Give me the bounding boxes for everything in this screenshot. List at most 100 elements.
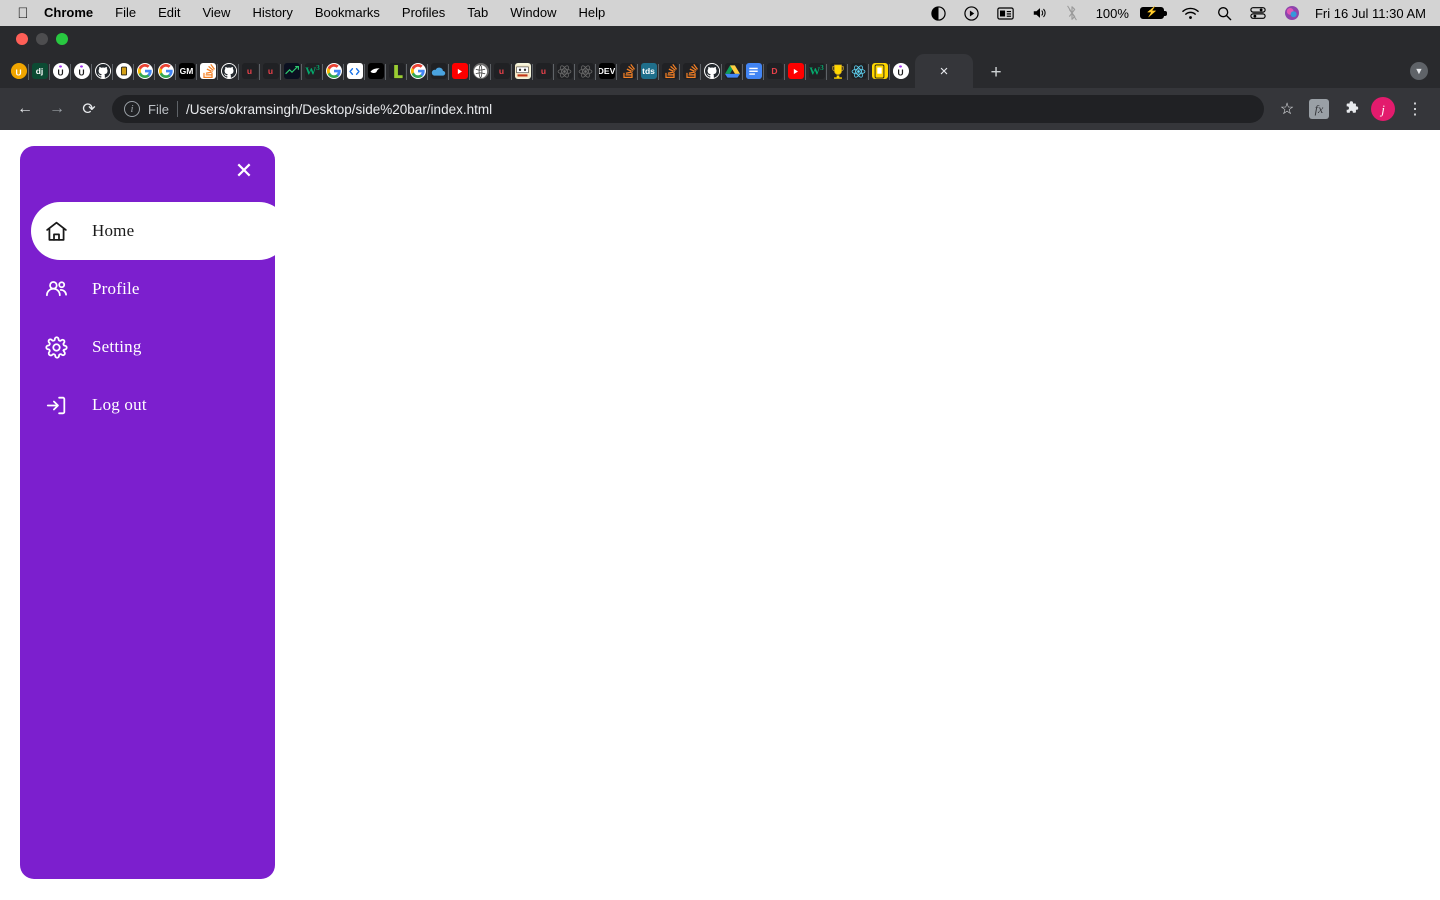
control-center-icon[interactable] bbox=[1241, 0, 1275, 26]
menu-item-profiles[interactable]: Profiles bbox=[391, 0, 456, 26]
pinned-tab-google-4[interactable] bbox=[406, 56, 428, 86]
address-bar[interactable]: i File /Users/okramsingh/Desktop/side%20… bbox=[112, 95, 1264, 123]
menu-item-bookmarks[interactable]: Bookmarks bbox=[304, 0, 391, 26]
github-3-favicon-icon bbox=[703, 63, 720, 79]
pinned-tab-google[interactable] bbox=[133, 56, 155, 86]
django-favicon-icon: dj bbox=[31, 63, 48, 79]
pinned-tab-unacademy-3[interactable]: U bbox=[889, 56, 911, 86]
pinned-tab-react-atom-2[interactable] bbox=[574, 56, 596, 86]
zoom-window-button[interactable] bbox=[56, 33, 68, 45]
pinned-tab-github-3[interactable] bbox=[700, 56, 722, 86]
menu-item-tab[interactable]: Tab bbox=[456, 0, 499, 26]
pinned-tab-techie-dark[interactable] bbox=[280, 56, 302, 86]
pinned-tabs-container: Udj U U GM u u W3 u u DEV tds D W3 U bbox=[8, 54, 911, 88]
pinned-tab-react-atom-3[interactable] bbox=[847, 56, 869, 86]
reload-button[interactable]: ⟳ bbox=[74, 94, 104, 124]
pinned-tab-udacity-u-2[interactable]: u bbox=[259, 56, 281, 86]
chrome-menu-button[interactable]: ⋮ bbox=[1400, 94, 1430, 124]
pinned-tab-unacademy-2[interactable]: U bbox=[70, 56, 92, 86]
keyboard-viewer-icon[interactable] bbox=[988, 0, 1023, 26]
menu-item-chrome[interactable]: Chrome bbox=[36, 0, 104, 26]
pinned-tab-django[interactable]: dj bbox=[28, 56, 50, 86]
pinned-tab-stackoverflow[interactable] bbox=[196, 56, 218, 86]
minimize-window-button[interactable] bbox=[36, 33, 48, 45]
sidebar-item-home[interactable]: Home bbox=[31, 202, 288, 260]
active-tab[interactable]: × bbox=[915, 54, 973, 88]
bluetooth-off-icon[interactable] bbox=[1057, 0, 1087, 26]
pinned-tab-react-atom[interactable] bbox=[553, 56, 575, 86]
pinned-tab-youtube-2[interactable] bbox=[784, 56, 806, 86]
pinned-tab-pixel-art[interactable] bbox=[511, 56, 533, 86]
pinned-tab-google-drive[interactable] bbox=[721, 56, 743, 86]
pinned-tab-google-2[interactable] bbox=[154, 56, 176, 86]
pinned-tab-stackoverflow-4[interactable] bbox=[679, 56, 701, 86]
sidebar-nav: ✕ Home Profile Setting Log out bbox=[20, 146, 288, 879]
pinned-tab-udacity-u[interactable]: u bbox=[238, 56, 260, 86]
clock-datetime[interactable]: Fri 16 Jul 11:30 AM bbox=[1309, 6, 1432, 21]
menu-item-history[interactable]: History bbox=[241, 0, 303, 26]
sidebar-item-setting[interactable]: Setting bbox=[20, 318, 275, 376]
pinned-tab-udemy[interactable]: U bbox=[8, 56, 29, 86]
pinned-tab-w3schools[interactable]: W3 bbox=[301, 56, 323, 86]
screen-record-icon[interactable] bbox=[955, 0, 988, 26]
close-window-button[interactable] bbox=[16, 33, 28, 45]
battery-icon[interactable]: ⚡ bbox=[1131, 0, 1173, 26]
pinned-tab-stackoverflow-2[interactable] bbox=[616, 56, 638, 86]
contrast-icon[interactable] bbox=[922, 0, 955, 26]
sidebar-item-label: Log out bbox=[92, 395, 147, 414]
pinned-tab-stackoverflow-3[interactable] bbox=[658, 56, 680, 86]
pinned-tab-beer-app[interactable] bbox=[112, 56, 134, 86]
google-4-favicon-icon bbox=[409, 63, 426, 79]
pinned-tab-unacademy[interactable]: U bbox=[49, 56, 71, 86]
react-atom-2-favicon-icon bbox=[577, 63, 594, 79]
pinned-tab-towards-data-science[interactable]: tds bbox=[637, 56, 659, 86]
users-icon bbox=[42, 275, 70, 303]
site-info-icon[interactable]: i bbox=[124, 101, 140, 117]
profile-avatar[interactable]: j bbox=[1368, 94, 1398, 124]
pinned-tab-yellow-cup[interactable] bbox=[868, 56, 890, 86]
stackoverflow-3-favicon-icon bbox=[661, 63, 678, 79]
bookmark-star-icon[interactable]: ☆ bbox=[1272, 94, 1302, 124]
back-button[interactable]: ← bbox=[10, 94, 40, 124]
pinned-tab-codepen-blue[interactable] bbox=[343, 56, 365, 86]
volume-icon[interactable] bbox=[1023, 0, 1057, 26]
siri-icon[interactable] bbox=[1275, 0, 1309, 26]
close-tab-icon[interactable]: × bbox=[940, 64, 949, 79]
close-icon[interactable]: ✕ bbox=[229, 156, 259, 186]
pinned-tab-leetcode-green[interactable] bbox=[385, 56, 407, 86]
sidebar-item-logout[interactable]: Log out bbox=[20, 376, 275, 434]
pinned-tab-w3schools-2[interactable]: W3 bbox=[805, 56, 827, 86]
pinned-tab-youtube[interactable] bbox=[448, 56, 470, 86]
sidebar-item-profile[interactable]: Profile bbox=[20, 260, 275, 318]
pinned-tab-udacity-u-3[interactable]: u bbox=[490, 56, 512, 86]
pinned-tab-gm-black[interactable]: GM bbox=[175, 56, 197, 86]
apple-logo-icon[interactable]:  bbox=[10, 6, 36, 21]
pinned-tab-udacity-u-4[interactable]: u bbox=[532, 56, 554, 86]
chevron-down-icon[interactable]: ▼ bbox=[1410, 62, 1428, 80]
pinned-tab-globe-gray[interactable] bbox=[469, 56, 491, 86]
menu-item-help[interactable]: Help bbox=[568, 0, 617, 26]
browser-toolbar: ← → ⟳ i File /Users/okramsingh/Desktop/s… bbox=[0, 88, 1440, 130]
wifi-icon[interactable] bbox=[1173, 0, 1208, 26]
menu-item-view[interactable]: View bbox=[191, 0, 241, 26]
pinned-tab-github[interactable] bbox=[91, 56, 113, 86]
pinned-tab-google-docs[interactable] bbox=[742, 56, 764, 86]
new-tab-button[interactable]: + bbox=[979, 58, 1013, 88]
pinned-tab-dev-to[interactable]: DEV bbox=[595, 56, 617, 86]
menu-item-file[interactable]: File bbox=[104, 0, 147, 26]
url-text[interactable]: /Users/okramsingh/Desktop/side%20bar/ind… bbox=[186, 102, 492, 117]
pinned-tab-trophy-cup[interactable] bbox=[826, 56, 848, 86]
menu-item-edit[interactable]: Edit bbox=[147, 0, 191, 26]
pinned-tab-dribbble-red[interactable]: D bbox=[763, 56, 785, 86]
pinned-tab-cloud-blue[interactable] bbox=[427, 56, 449, 86]
pinned-tab-black-bird[interactable] bbox=[364, 56, 386, 86]
menu-item-window[interactable]: Window bbox=[499, 0, 567, 26]
pinned-tab-google-3[interactable] bbox=[322, 56, 344, 86]
traffic-lights bbox=[16, 33, 68, 45]
forward-button[interactable]: → bbox=[42, 94, 72, 124]
unacademy-3-favicon-icon: U bbox=[892, 63, 909, 79]
puzzle-piece-icon[interactable] bbox=[1336, 94, 1366, 124]
pinned-tab-github-2[interactable] bbox=[217, 56, 239, 86]
spotlight-search-icon[interactable] bbox=[1208, 0, 1241, 26]
extension-icon[interactable]: fx bbox=[1304, 94, 1334, 124]
